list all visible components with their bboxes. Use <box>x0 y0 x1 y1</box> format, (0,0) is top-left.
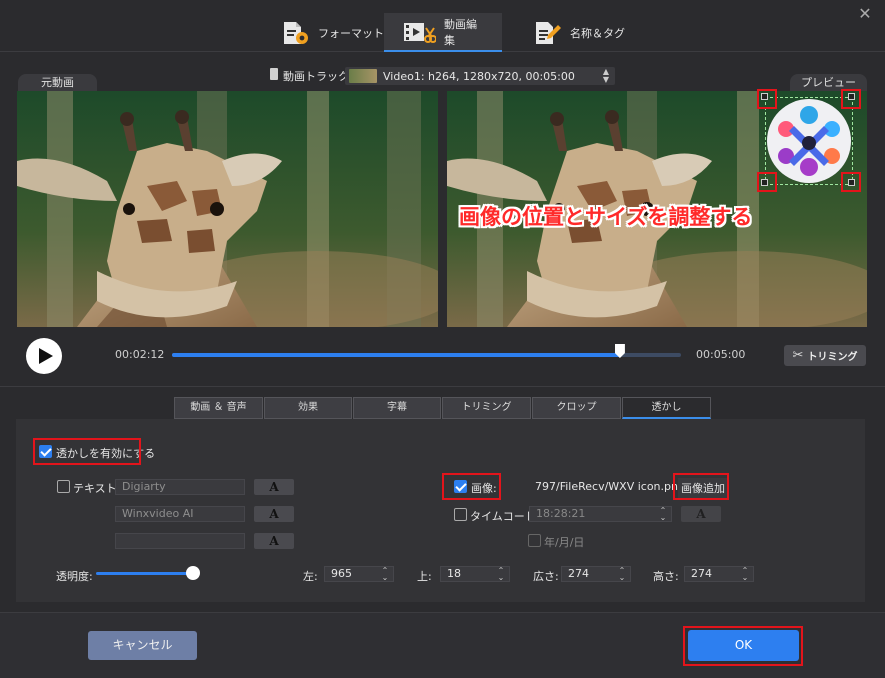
chevron-updown-icon: ⌃ ⌄ <box>659 506 667 522</box>
timecode-field[interactable]: 18:28:21 ⌃ ⌄ <box>529 506 672 522</box>
tab-crop[interactable]: クロップ <box>532 397 621 419</box>
timecode-font-button[interactable]: A <box>681 506 721 522</box>
opacity-label: 透明度: <box>56 570 93 583</box>
top-value: 18 <box>447 567 461 580</box>
resize-handle-top-left[interactable] <box>761 93 768 100</box>
annotation-text: 画像の位置とサイズを調整する <box>459 205 753 229</box>
format-settings-icon <box>280 21 310 45</box>
tab-rename-tag-label: 名称＆タグ <box>570 26 625 40</box>
date-checkbox[interactable] <box>528 534 541 547</box>
font-button-2[interactable]: A <box>254 506 294 522</box>
trim-button[interactable]: ✂ トリミング <box>784 345 866 366</box>
tab-video-audio[interactable]: 動画 ＆ 音声 <box>174 397 263 419</box>
timecode-value: 18:28:21 <box>536 507 586 520</box>
source-video-frame <box>17 91 438 327</box>
video-track-icon <box>270 68 278 80</box>
left-value: 965 <box>331 567 352 580</box>
height-value: 274 <box>691 567 712 580</box>
height-label: 高さ: <box>653 570 679 583</box>
chevron-updown-icon: ⌃ ⌄ <box>381 566 389 582</box>
text-input-2[interactable]: Winxvideo AI <box>115 506 245 522</box>
progress-fill <box>172 353 620 357</box>
tab-subtitles[interactable]: 字幕 <box>353 397 441 419</box>
enable-watermark-checkbox[interactable] <box>39 445 52 458</box>
font-button-1[interactable]: A <box>254 479 294 495</box>
top-spinbox[interactable]: 18 ⌃ ⌄ <box>440 566 510 582</box>
tab-format-label: フォーマット <box>318 26 384 40</box>
tab-video-edit[interactable]: 動画編集 <box>384 13 502 52</box>
width-value: 274 <box>568 567 589 580</box>
video-track-label: 動画トラック: <box>283 70 353 83</box>
trim-button-label: トリミング <box>807 352 858 363</box>
image-watermark-label: 画像: <box>471 482 497 495</box>
left-label: 左: <box>303 570 318 583</box>
play-button[interactable] <box>26 338 62 374</box>
text-input-3[interactable] <box>115 533 245 549</box>
video-track-select[interactable]: Video1: h264, 1280x720, 00:05:00 ▲ ▼ <box>345 67 615 85</box>
width-label: 広さ: <box>533 570 559 583</box>
chevron-updown-icon: ⌃ ⌄ <box>741 566 749 582</box>
video-track-value: Video1: h264, 1280x720, 00:05:00 <box>383 69 575 83</box>
tab-trimming[interactable]: トリミング <box>442 397 531 419</box>
winx-logo-icon <box>767 99 851 183</box>
progress-bar[interactable] <box>172 344 681 358</box>
video-edit-icon <box>402 20 436 44</box>
watermark-image-overlay[interactable] <box>765 97 853 185</box>
source-video-label: 元動画 <box>18 74 97 92</box>
preview-label: プレビュー <box>790 74 867 92</box>
divider <box>0 386 885 387</box>
image-path-value: 797/FileRecv/WXV icon.png <box>535 480 685 493</box>
text-watermark-label: テキスト: <box>73 482 121 495</box>
height-spinbox[interactable]: 274 ⌃ ⌄ <box>684 566 754 582</box>
tab-video-edit-label: 動画編集 <box>444 17 477 47</box>
track-thumbnail <box>349 69 377 83</box>
ok-button[interactable]: OK <box>688 630 799 661</box>
cancel-button[interactable]: キャンセル <box>88 631 197 660</box>
chevron-updown-icon: ⌃ ⌄ <box>497 566 505 582</box>
text-watermark-checkbox[interactable] <box>57 480 70 493</box>
enable-watermark-label: 透かしを有効にする <box>56 447 156 460</box>
tab-rename-tag[interactable]: 名称＆タグ <box>514 13 643 52</box>
opacity-slider-handle[interactable] <box>186 566 200 580</box>
add-image-button[interactable]: 画像追加 <box>678 478 728 498</box>
text-input-1[interactable]: Digiarty <box>115 479 245 495</box>
timecode-checkbox[interactable] <box>454 508 467 521</box>
resize-handle-bottom-right[interactable] <box>848 179 855 186</box>
font-button-3[interactable]: A <box>254 533 294 549</box>
close-icon[interactable]: ✕ <box>857 6 873 22</box>
scissors-icon: ✂ <box>792 348 804 363</box>
tab-format[interactable]: フォーマット <box>262 13 402 52</box>
giraffe-image <box>17 91 438 327</box>
rename-tag-icon <box>532 21 562 45</box>
resize-handle-bottom-left[interactable] <box>761 179 768 186</box>
tab-effects[interactable]: 効果 <box>264 397 352 419</box>
current-time: 00:02:12 <box>115 348 165 361</box>
width-spinbox[interactable]: 274 ⌃ ⌄ <box>561 566 631 582</box>
chevron-updown-icon: ▲ ▼ <box>602 67 609 84</box>
total-time: 00:05:00 <box>696 348 746 361</box>
date-label: 年/月/日 <box>544 536 585 549</box>
resize-handle-top-right[interactable] <box>848 93 855 100</box>
left-spinbox[interactable]: 965 ⌃ ⌄ <box>324 566 394 582</box>
image-watermark-checkbox[interactable] <box>454 480 467 493</box>
chevron-updown-icon: ⌃ ⌄ <box>618 566 626 582</box>
top-label: 上: <box>417 570 432 583</box>
opacity-slider[interactable] <box>96 572 194 575</box>
tab-watermark[interactable]: 透かし <box>622 397 711 419</box>
